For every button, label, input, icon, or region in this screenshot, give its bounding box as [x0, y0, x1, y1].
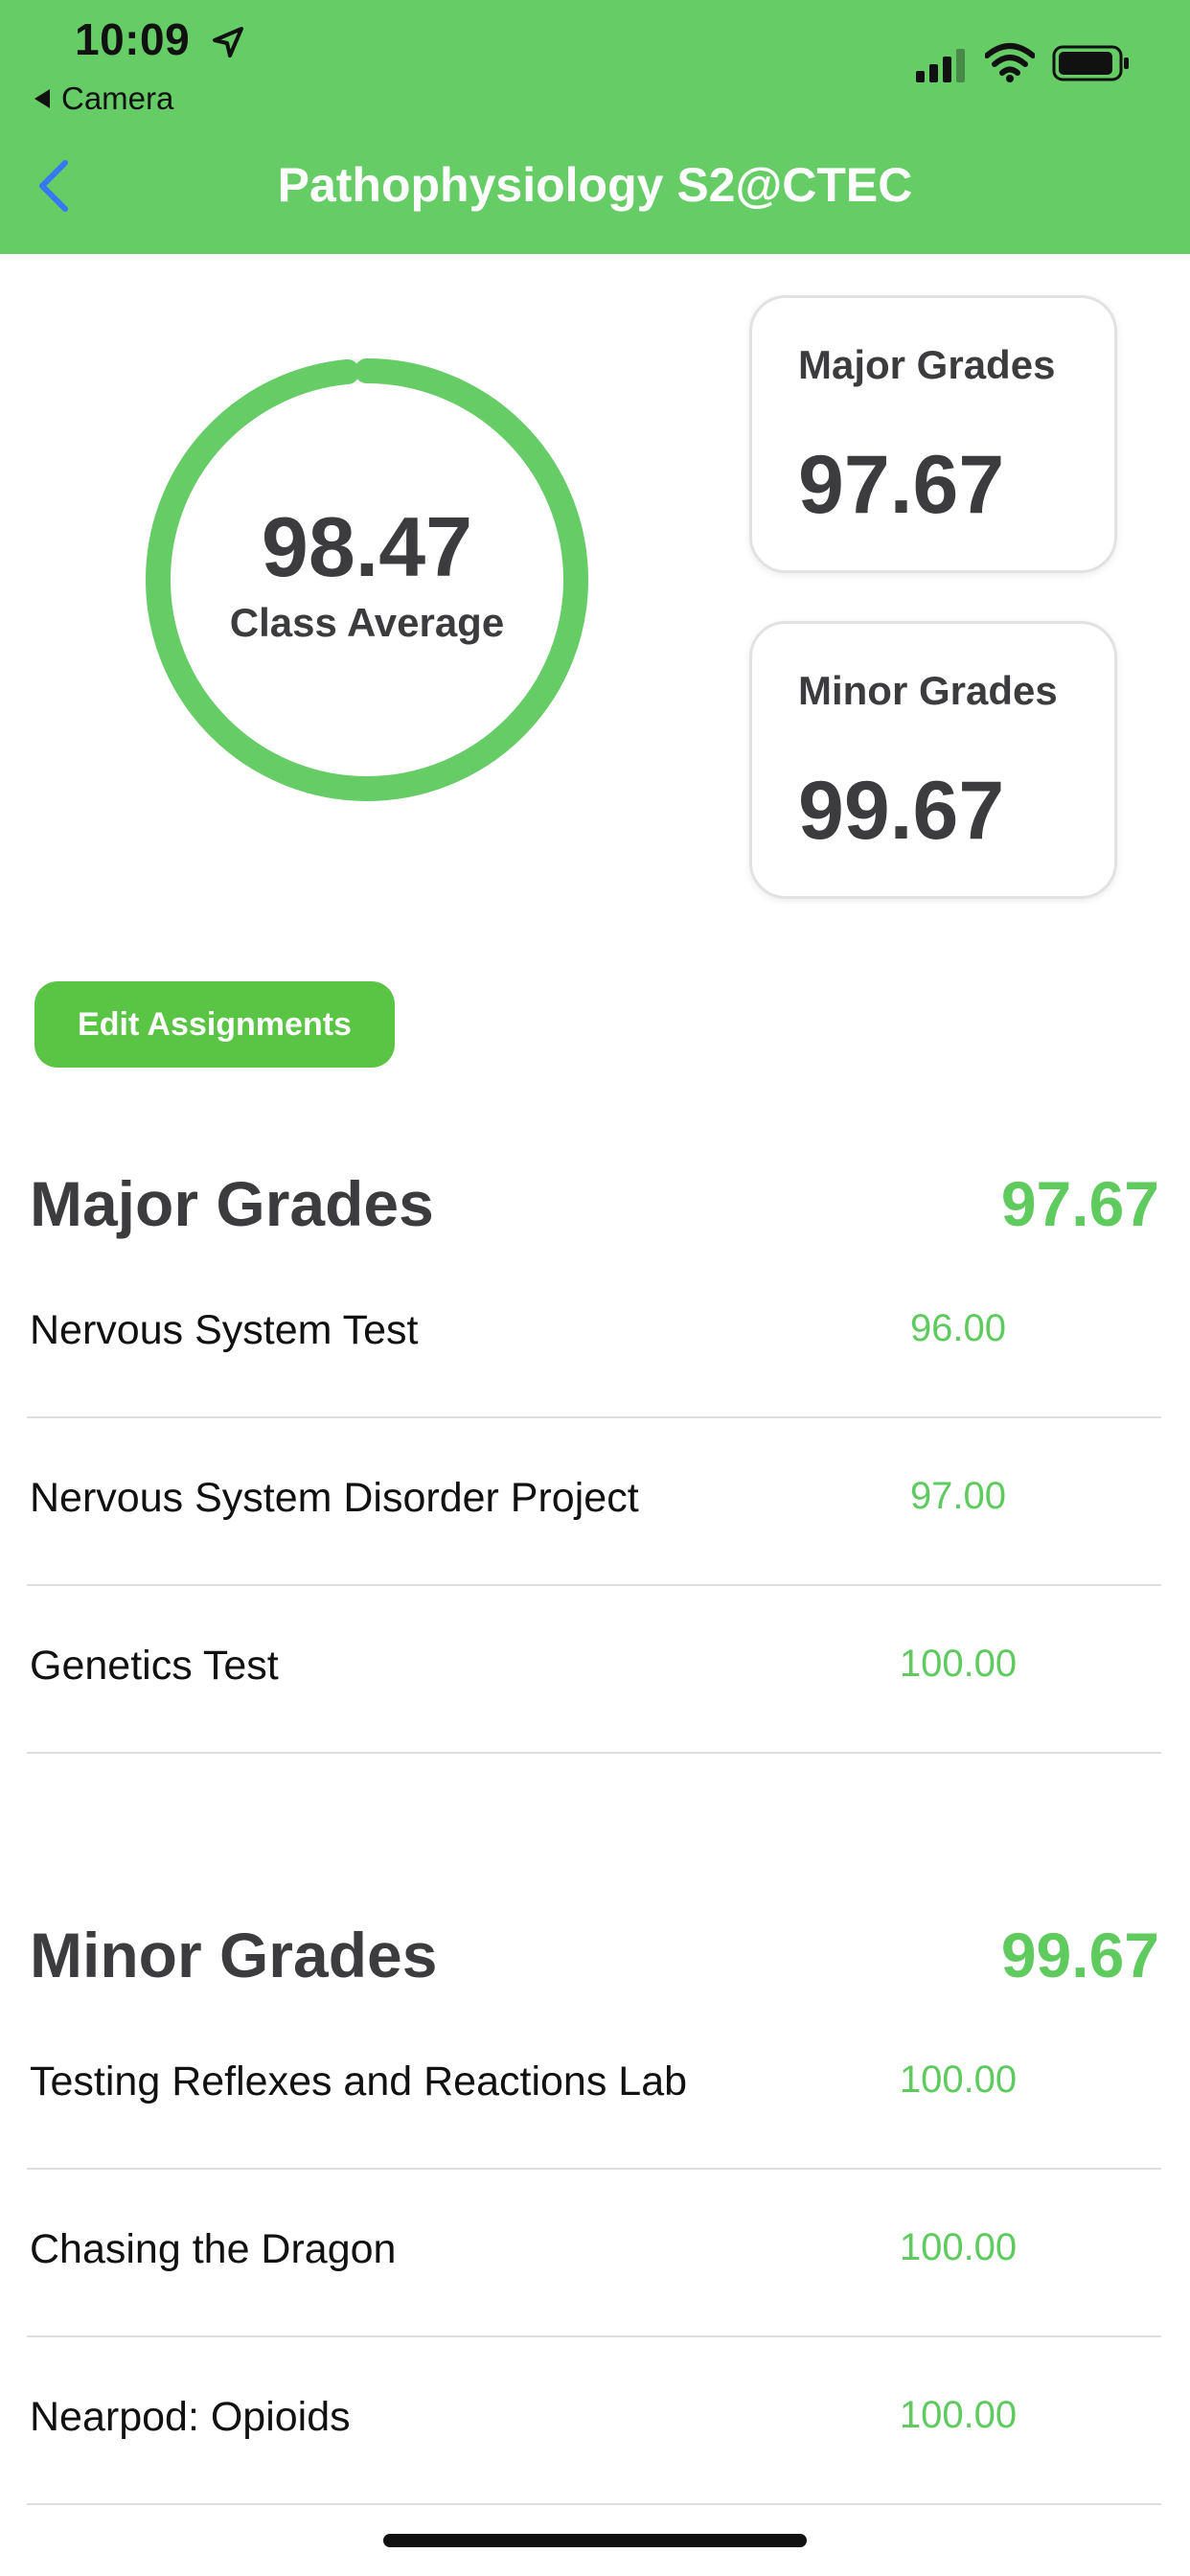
minor-grades-card: Minor Grades 99.67	[749, 621, 1117, 899]
assignment-score: 100.00	[899, 2058, 1018, 2101]
page-title: Pathophysiology S2@CTEC	[277, 158, 913, 212]
cellular-signal-icon	[916, 49, 965, 82]
section-title: Major Grades	[30, 1168, 434, 1239]
list-item[interactable]: Genetics Test 100.00	[0, 1643, 1190, 1810]
divider	[27, 2335, 1161, 2337]
back-app-label: Camera	[61, 80, 174, 116]
assignment-score: 96.00	[909, 1307, 1007, 1349]
home-indicator[interactable]	[383, 2534, 807, 2547]
divider	[27, 1416, 1161, 1418]
divider	[27, 1584, 1161, 1586]
list-item[interactable]: Testing Reflexes and Reactions Lab 100.0…	[0, 2058, 1190, 2226]
assignment-name: Chasing the Dragon	[30, 2226, 397, 2272]
assignment-score: 100.00	[899, 2226, 1018, 2268]
navigation-header: 10:09 Camera Pathophysiology S2@CTEC	[0, 0, 1190, 254]
assignment-name: Nervous System Test	[30, 1307, 419, 1353]
divider	[27, 2168, 1161, 2170]
list-item[interactable]: Nervous System Test 96.00	[0, 1307, 1190, 1475]
assignment-name: Testing Reflexes and Reactions Lab	[30, 2058, 688, 2104]
major-card-label: Major Grades	[798, 342, 1056, 387]
class-average-value: 98.47	[261, 499, 473, 594]
section-score: 97.67	[1000, 1168, 1159, 1239]
status-time: 10:09	[75, 14, 191, 64]
edit-assignments-button[interactable]: Edit Assignments	[34, 981, 395, 1068]
assignment-name: Nervous System Disorder Project	[30, 1475, 639, 1521]
assignment-score: 100.00	[899, 2394, 1018, 2436]
section-title: Minor Grades	[30, 1920, 438, 1990]
list-item[interactable]: Chasing the Dragon 100.00	[0, 2226, 1190, 2394]
minor-card-value: 99.67	[798, 765, 1005, 857]
assignment-name: Genetics Test	[30, 1643, 279, 1689]
list-item[interactable]: Nervous System Disorder Project 97.00	[0, 1475, 1190, 1643]
location-arrow-icon	[213, 27, 243, 58]
back-to-app-link[interactable]: Camera	[34, 80, 173, 117]
assignment-score: 97.00	[909, 1475, 1007, 1517]
wifi-icon	[985, 43, 1035, 82]
back-triangle-icon	[34, 89, 50, 108]
assignment-name: Nearpod: Opioids	[30, 2394, 351, 2440]
major-card-value: 97.67	[798, 439, 1005, 531]
major-grades-card: Major Grades 97.67	[749, 295, 1117, 573]
divider	[27, 1752, 1161, 1754]
divider	[27, 2503, 1161, 2505]
minor-card-label: Minor Grades	[798, 668, 1058, 713]
battery-icon	[1052, 45, 1129, 81]
section-score: 99.67	[1000, 1920, 1159, 1990]
class-average-label: Class Average	[229, 600, 505, 645]
assignment-score: 100.00	[899, 1643, 1018, 1685]
